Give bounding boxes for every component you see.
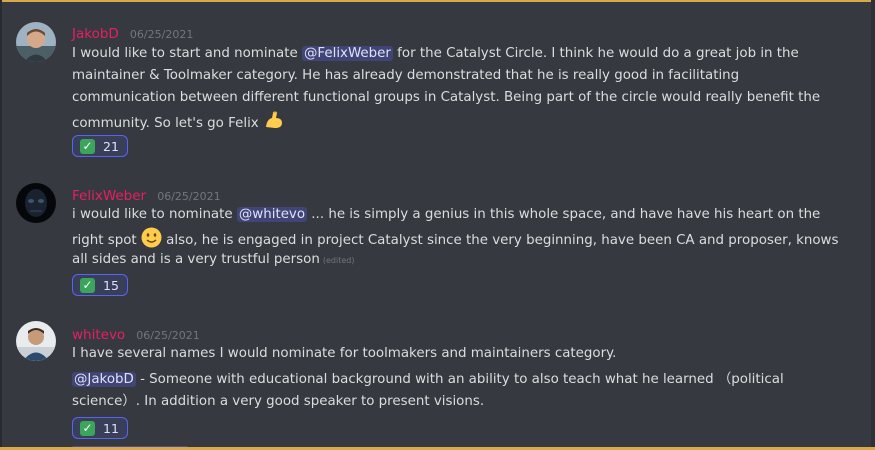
reaction-button[interactable]: ✓ 15 (72, 274, 128, 296)
message-text-line: I would like to start and nominate @Feli… (72, 46, 799, 61)
flexed-biceps-icon (263, 109, 285, 139)
avatar[interactable] (16, 183, 56, 223)
window-right-border (871, 0, 875, 450)
message-text-line: i would like to nominate @whitevo ... he… (72, 207, 821, 222)
message-author[interactable]: whitevo (72, 327, 125, 343)
user-mention[interactable]: @FelixWeber (302, 46, 393, 61)
reaction-count: 11 (103, 420, 119, 436)
check-mark-icon: ✓ (80, 420, 95, 436)
message-timestamp: 06/25/2021 (136, 329, 200, 342)
reaction-count: 15 (103, 277, 119, 293)
message-text-line: science）. In addition a very good speake… (72, 394, 485, 409)
reaction-button[interactable]: ✓ 11 (72, 417, 128, 439)
avatar[interactable] (16, 22, 56, 62)
message-text-line: communication between different function… (72, 90, 821, 105)
reaction-count: 21 (103, 138, 119, 154)
user-mention[interactable]: @JakobD (72, 372, 136, 387)
window-left-border (0, 0, 2, 450)
message-author[interactable]: FelixWeber (72, 188, 146, 204)
message-text-line: all sides and is a very trustful person(… (72, 252, 355, 267)
reaction-button[interactable]: ✓ 21 (72, 135, 128, 157)
message-text-line: @JakobD - Someone with educational backg… (72, 372, 784, 387)
user-mention[interactable]: @whitevo (236, 207, 308, 222)
check-mark-icon: ✓ (80, 138, 95, 154)
message-timestamp: 06/25/2021 (157, 190, 221, 203)
message-timestamp: 06/25/2021 (129, 28, 194, 41)
check-mark-icon: ✓ (80, 277, 95, 293)
avatar[interactable] (16, 321, 56, 361)
message-text-line: I have several names I would nominate fo… (72, 346, 617, 361)
edited-label: (edited) (322, 256, 355, 265)
message-text-line: maintainer & Toolmaker category. He has … (72, 68, 740, 83)
message-author[interactable]: JakobD (72, 26, 119, 42)
window-top-border (0, 0, 875, 2)
